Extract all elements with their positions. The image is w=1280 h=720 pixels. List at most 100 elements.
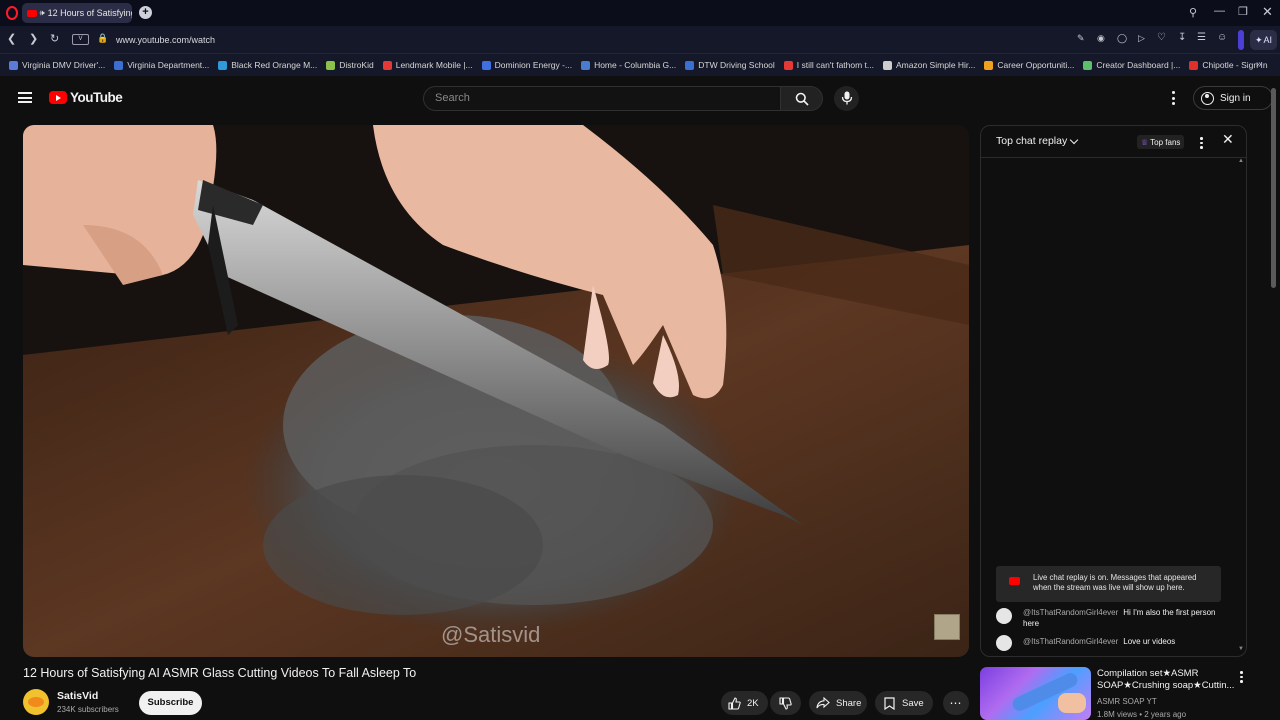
sign-in-button[interactable]: Sign in <box>1193 86 1273 110</box>
bookmark-item[interactable]: Amazon Simple Hir... <box>883 60 975 70</box>
tab-title: 12 Hours of Satisfying <box>47 8 132 18</box>
restore-icon[interactable]: ❐ <box>1238 5 1248 18</box>
video-player[interactable]: @Satisvid <box>23 125 969 657</box>
recommended-channel[interactable]: ASMR SOAP YT <box>1097 697 1157 706</box>
search-tabs-icon[interactable]: ⚲ <box>1189 6 1197 19</box>
like-count: 2K <box>747 697 759 709</box>
share-button[interactable]: Share <box>809 691 867 715</box>
more-options-icon[interactable] <box>1172 91 1175 105</box>
bookmark-favicon-icon <box>783 60 793 70</box>
account-circle-icon <box>1201 91 1214 105</box>
bookmark-item[interactable]: Career Opportuniti... <box>984 60 1074 70</box>
chat-mode-dropdown[interactable]: Top chat replay <box>996 135 1079 147</box>
branding-thumbnail[interactable] <box>934 614 960 640</box>
youtube-logo[interactable]: YouTube <box>49 90 123 105</box>
play-icon[interactable]: ▷ <box>1138 33 1145 44</box>
forward-icon[interactable]: ❯ <box>29 32 38 45</box>
youtube-logo-text: YouTube <box>70 90 123 105</box>
bookmark-item[interactable]: Creator Dashboard |... <box>1083 60 1180 70</box>
bookmark-item[interactable]: Virginia DMV Driver'... <box>9 60 105 70</box>
bookmarks-overflow-icon[interactable]: » <box>1256 59 1262 70</box>
youtube-notice-icon <box>1009 577 1020 585</box>
thumbs-down-icon <box>779 696 792 710</box>
bookmark-favicon-icon <box>218 60 228 70</box>
video-title: 12 Hours of Satisfying AI ASMR Glass Cut… <box>23 666 417 680</box>
bookmark-item[interactable]: Lendmark Mobile |... <box>382 60 473 70</box>
download-icon[interactable]: ↧ <box>1178 32 1186 43</box>
bookmark-label: Black Red Orange M... <box>231 60 318 70</box>
top-fans-button[interactable]: ♕ Top fans <box>1137 135 1185 149</box>
search-button[interactable] <box>781 86 823 111</box>
bookmark-label: Creator Dashboard |... <box>1096 60 1181 70</box>
reload-icon[interactable]: ↻ <box>50 32 59 45</box>
profile-icon[interactable]: ☺ <box>1217 32 1227 43</box>
bookmark-label: Virginia DMV Driver'... <box>22 60 106 70</box>
chat-replay-notice: Live chat replay is on. Messages that ap… <box>996 566 1221 602</box>
ai-label: AI <box>1263 35 1273 45</box>
speaker-icon[interactable]: 🕪 <box>40 8 45 18</box>
subscriber-count: 234K subscribers <box>57 705 119 714</box>
sign-in-label: Sign in <box>1220 92 1251 104</box>
save-button[interactable]: Save <box>875 691 933 715</box>
camera-icon[interactable]: ◉ <box>1097 33 1105 44</box>
new-tab-button[interactable]: + <box>139 6 152 19</box>
page-scrollbar[interactable] <box>1271 88 1276 288</box>
back-icon[interactable]: ❮ <box>7 32 16 45</box>
chat-scroll-down-icon[interactable]: ▼ <box>1238 646 1244 652</box>
bookmark-favicon-icon <box>685 60 695 70</box>
bookmark-item[interactable]: Home - Columbia G... <box>581 60 676 70</box>
user-avatar-icon <box>996 635 1012 651</box>
bookmark-favicon-icon <box>326 60 336 70</box>
share-icon <box>816 697 830 709</box>
shield-icon[interactable]: ◯ <box>1117 33 1127 44</box>
browser-tab-bar: 🕪 12 Hours of Satisfying + ⚲ — ❐ ✕ <box>0 0 1280 26</box>
subscribe-button[interactable]: Subscribe <box>139 691 202 715</box>
search-input[interactable]: Search <box>423 86 781 111</box>
chat-scroll-up-icon[interactable]: ▲ <box>1238 158 1244 164</box>
edit-icon[interactable]: ✎ <box>1077 33 1085 44</box>
dislike-button[interactable] <box>770 691 801 715</box>
bookmark-favicon-icon <box>581 60 591 70</box>
voice-search-button[interactable] <box>834 86 859 111</box>
bookmark-item[interactable]: DTW Driving School <box>685 60 775 70</box>
site-badge-icon[interactable]: V <box>72 34 89 45</box>
opera-logo-icon[interactable] <box>6 6 18 20</box>
hamburger-menu-icon[interactable] <box>18 92 32 103</box>
chat-more-icon[interactable] <box>1200 137 1203 149</box>
bookmark-item[interactable]: Black Red Orange M... <box>218 60 317 70</box>
close-chat-icon[interactable]: ✕ <box>1222 131 1234 148</box>
more-actions-button[interactable]: ⋯ <box>943 691 969 715</box>
bookmark-label: DTW Driving School <box>698 60 775 70</box>
bookmark-favicon-icon <box>1083 60 1093 70</box>
bookmark-item[interactable]: DistroKid <box>326 60 374 70</box>
bookmark-favicon-icon <box>984 60 994 70</box>
close-window-icon[interactable]: ✕ <box>1262 4 1273 20</box>
heart-icon[interactable]: ♡ <box>1157 32 1166 43</box>
channel-watermark: @Satisvid <box>441 622 541 647</box>
browser-tab[interactable]: 🕪 12 Hours of Satisfying <box>22 3 132 23</box>
bookmark-item[interactable]: I still can't fathom t... <box>783 60 875 70</box>
bookmarks-bar: Virginia DMV Driver'... Virginia Departme… <box>0 54 1280 76</box>
ai-sparkle-icon: ✦ <box>1254 34 1263 45</box>
browser-address-bar: ❮ ❯ ↻ V 🔒 www.youtube.com/watch ✎ ◉ ◯ ▷ … <box>0 26 1280 54</box>
bookmark-item[interactable]: Dominion Energy -... <box>481 60 573 70</box>
channel-name[interactable]: SatisVid <box>57 690 98 702</box>
ai-button[interactable]: ✦ AI <box>1250 30 1277 50</box>
url-field[interactable]: www.youtube.com/watch <box>116 35 215 45</box>
chat-author[interactable]: @ItsThatRandomGirl4ever <box>1023 608 1118 617</box>
recommended-video-thumbnail[interactable] <box>980 667 1091 720</box>
bookmark-item[interactable]: Virginia Department... <box>114 60 209 70</box>
bookmark-label: Dominion Energy -... <box>494 60 573 70</box>
lock-icon[interactable]: 🔒 <box>97 33 108 44</box>
recommended-more-icon[interactable] <box>1240 671 1243 683</box>
chat-text: Love ur videos <box>1123 637 1176 646</box>
menu-icon[interactable]: ☰ <box>1197 32 1206 43</box>
minimize-icon[interactable]: — <box>1214 5 1225 17</box>
recommended-video-title[interactable]: Compilation set★ASMR SOAP★Crushing soap★… <box>1097 668 1237 692</box>
save-label: Save <box>902 697 924 709</box>
youtube-header: YouTube Search Sign in <box>0 76 1280 122</box>
bookmark-label: I still can't fathom t... <box>796 60 875 70</box>
chat-author[interactable]: @ItsThatRandomGirl4ever <box>1023 637 1118 646</box>
channel-avatar[interactable] <box>23 689 49 715</box>
like-button[interactable]: 2K <box>721 691 768 715</box>
